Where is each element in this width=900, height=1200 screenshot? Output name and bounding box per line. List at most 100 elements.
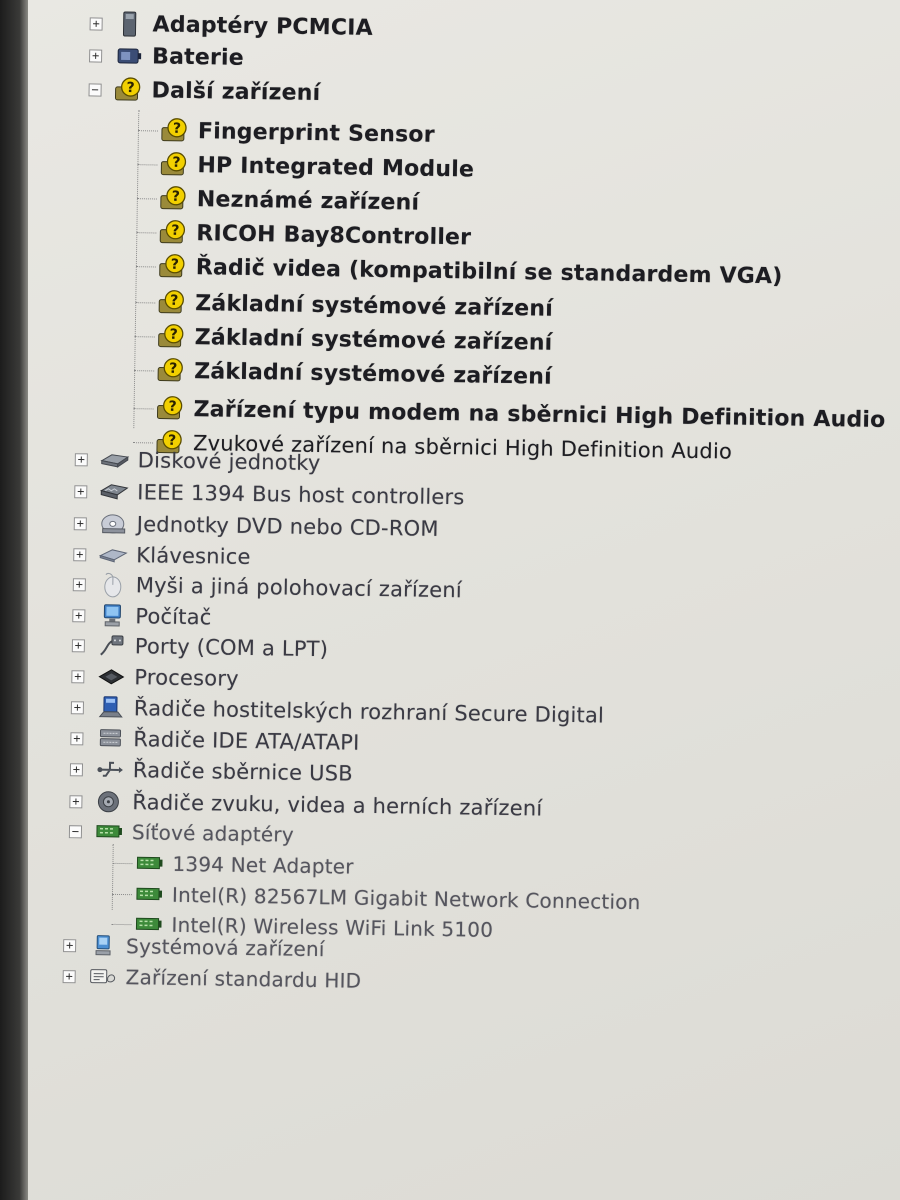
- expand-toggle[interactable]: +: [74, 452, 88, 466]
- svg-text:?: ?: [169, 361, 177, 377]
- expand-toggle[interactable]: +: [69, 794, 83, 808]
- unknown-device-icon: ?: [156, 358, 186, 384]
- network-adapter-icon: [94, 819, 124, 845]
- svg-text:?: ?: [171, 223, 179, 239]
- tree-node-label: Zařízení typu modem na sběrnici High Def…: [193, 396, 886, 433]
- unknown-device-icon: ?: [158, 220, 188, 246]
- tree-connector: [111, 893, 132, 896]
- expand-toggle[interactable]: +: [89, 16, 103, 31]
- svg-text:?: ?: [168, 399, 176, 415]
- device-tree: + Adaptéry PCMCIA + Baterie −? Další zařízení…: [0, 0, 900, 1200]
- tree-connector: [111, 843, 114, 910]
- tree-node-label: Síťové adaptéry: [131, 820, 295, 847]
- tree-node-label: Myši a jiná polohovací zařízení: [135, 573, 463, 603]
- tree-node-label: Porty (COM a LPT): [134, 634, 329, 662]
- tree-device-node[interactable]: ? HP Integrated Module: [159, 149, 474, 186]
- expand-toggle[interactable]: +: [62, 969, 76, 983]
- tree-category-node[interactable]: + Procesory: [71, 660, 239, 695]
- tree-device-node[interactable]: ? Fingerprint Sensor: [160, 115, 435, 151]
- expand-toggle[interactable]: +: [73, 516, 87, 530]
- expand-toggle[interactable]: +: [69, 762, 84, 776]
- expand-toggle[interactable]: +: [89, 48, 103, 63]
- unknown-device-icon: ?: [155, 395, 185, 421]
- tree-category-node[interactable]: + Adaptéry PCMCIA: [89, 7, 373, 43]
- tree-device-node[interactable]: ? Základní systémové zařízení: [156, 321, 553, 359]
- tree-node-label: Jednotky DVD nebo CD-ROM: [136, 512, 439, 541]
- usb-icon: [95, 757, 125, 783]
- hid-device-icon: [87, 963, 117, 989]
- tree-node-label: Další zařízení: [151, 77, 321, 106]
- unknown-device-icon: ?: [113, 77, 143, 103]
- tree-category-node[interactable]: + Baterie: [89, 39, 244, 73]
- port-icon: [97, 633, 127, 659]
- tree-device-node[interactable]: ? RICOH Bay8Controller: [158, 217, 471, 254]
- tree-node-label: 1394 Net Adapter: [172, 851, 354, 879]
- tree-device-node[interactable]: ? Řadič videa (kompatibilní se standardem…: [158, 251, 783, 293]
- tree-node-label: Procesory: [134, 665, 239, 691]
- expand-toggle[interactable]: +: [72, 577, 86, 591]
- ide-controller-icon: [95, 726, 125, 752]
- tree-category-node[interactable]: − Síťové adaptéry: [68, 815, 295, 851]
- tree-device-node[interactable]: ? Základní systémové zařízení: [157, 287, 553, 325]
- device-manager-screen: + Adaptéry PCMCIA + Baterie −? Další zařízení…: [0, 0, 900, 1200]
- tree-category-node[interactable]: + Zařízení standardu HID: [62, 960, 361, 997]
- expand-toggle[interactable]: +: [74, 484, 88, 498]
- battery-icon: [114, 43, 144, 69]
- sd-host-controller-icon: [96, 695, 126, 721]
- expand-toggle[interactable]: +: [73, 547, 87, 561]
- tree-connector: [135, 266, 156, 268]
- sound-icon: [94, 789, 124, 815]
- tree-node-label: Fingerprint Sensor: [197, 118, 435, 148]
- unknown-device-icon: ?: [157, 290, 187, 316]
- tree-device-node[interactable]: ? Neznámé zařízení: [159, 183, 420, 219]
- tree-connector: [134, 336, 155, 338]
- svg-text:?: ?: [173, 121, 181, 137]
- collapse-toggle[interactable]: −: [68, 824, 83, 838]
- tree-connector: [134, 370, 155, 372]
- tree-node-label: Základní systémové zařízení: [194, 324, 553, 356]
- tree-connector: [136, 232, 157, 234]
- tree-connector: [133, 408, 154, 410]
- tree-connector: [133, 110, 140, 429]
- network-adapter-icon: [134, 881, 164, 907]
- tree-node-label: Zařízení standardu HID: [125, 965, 362, 993]
- system-device-icon: [88, 933, 118, 959]
- expand-toggle[interactable]: +: [70, 731, 84, 745]
- svg-text:?: ?: [172, 155, 180, 171]
- expand-toggle[interactable]: +: [71, 669, 85, 683]
- tree-device-node[interactable]: 1394 Net Adapter: [134, 847, 354, 882]
- tree-category-node[interactable]: −? Další zařízení: [88, 73, 320, 109]
- unknown-device-icon: ?: [159, 186, 189, 212]
- tree-node-label: Řadiče hostitelských rozhraní Secure Dig…: [133, 696, 605, 728]
- mouse-icon: [98, 572, 128, 598]
- tree-node-label: Adaptéry PCMCIA: [152, 11, 373, 41]
- svg-text:?: ?: [170, 293, 178, 309]
- tree-node-label: Řadiče zvuku, videa a herních zařízení: [132, 790, 543, 821]
- tree-node-label: Neznámé zařízení: [196, 186, 420, 216]
- tree-category-node[interactable]: + Řadiče sběrnice USB: [69, 753, 354, 789]
- expand-toggle[interactable]: +: [72, 608, 86, 622]
- keyboard-icon: [98, 542, 128, 568]
- svg-text:?: ?: [172, 189, 180, 205]
- collapse-toggle[interactable]: −: [88, 82, 102, 97]
- tree-category-node[interactable]: + Počítač: [72, 599, 212, 633]
- tree-node-label: Klávesnice: [136, 543, 251, 570]
- firewire-controller-icon: [99, 479, 129, 505]
- expand-toggle[interactable]: +: [70, 700, 85, 714]
- tree-connector: [135, 302, 156, 304]
- tree-connector: [137, 164, 158, 166]
- tree-node-label: Řadiče sběrnice USB: [132, 758, 354, 786]
- tree-node-label: IEEE 1394 Bus host controllers: [137, 480, 465, 510]
- svg-text:?: ?: [170, 327, 178, 343]
- tree-category-node[interactable]: + Diskové jednotky: [74, 443, 321, 479]
- tree-device-node[interactable]: ? Základní systémové zařízení: [156, 355, 552, 393]
- expand-toggle[interactable]: +: [63, 938, 77, 952]
- unknown-device-icon: ?: [157, 324, 187, 350]
- tree-node-label: Systémová zařízení: [125, 934, 325, 962]
- unknown-device-icon: ?: [158, 254, 188, 280]
- tree-node-label: Základní systémové zařízení: [195, 290, 554, 322]
- expand-toggle[interactable]: +: [71, 638, 85, 652]
- disk-drive-icon: [100, 447, 130, 473]
- tree-node-label: Diskové jednotky: [137, 448, 321, 476]
- tree-connector: [137, 130, 158, 132]
